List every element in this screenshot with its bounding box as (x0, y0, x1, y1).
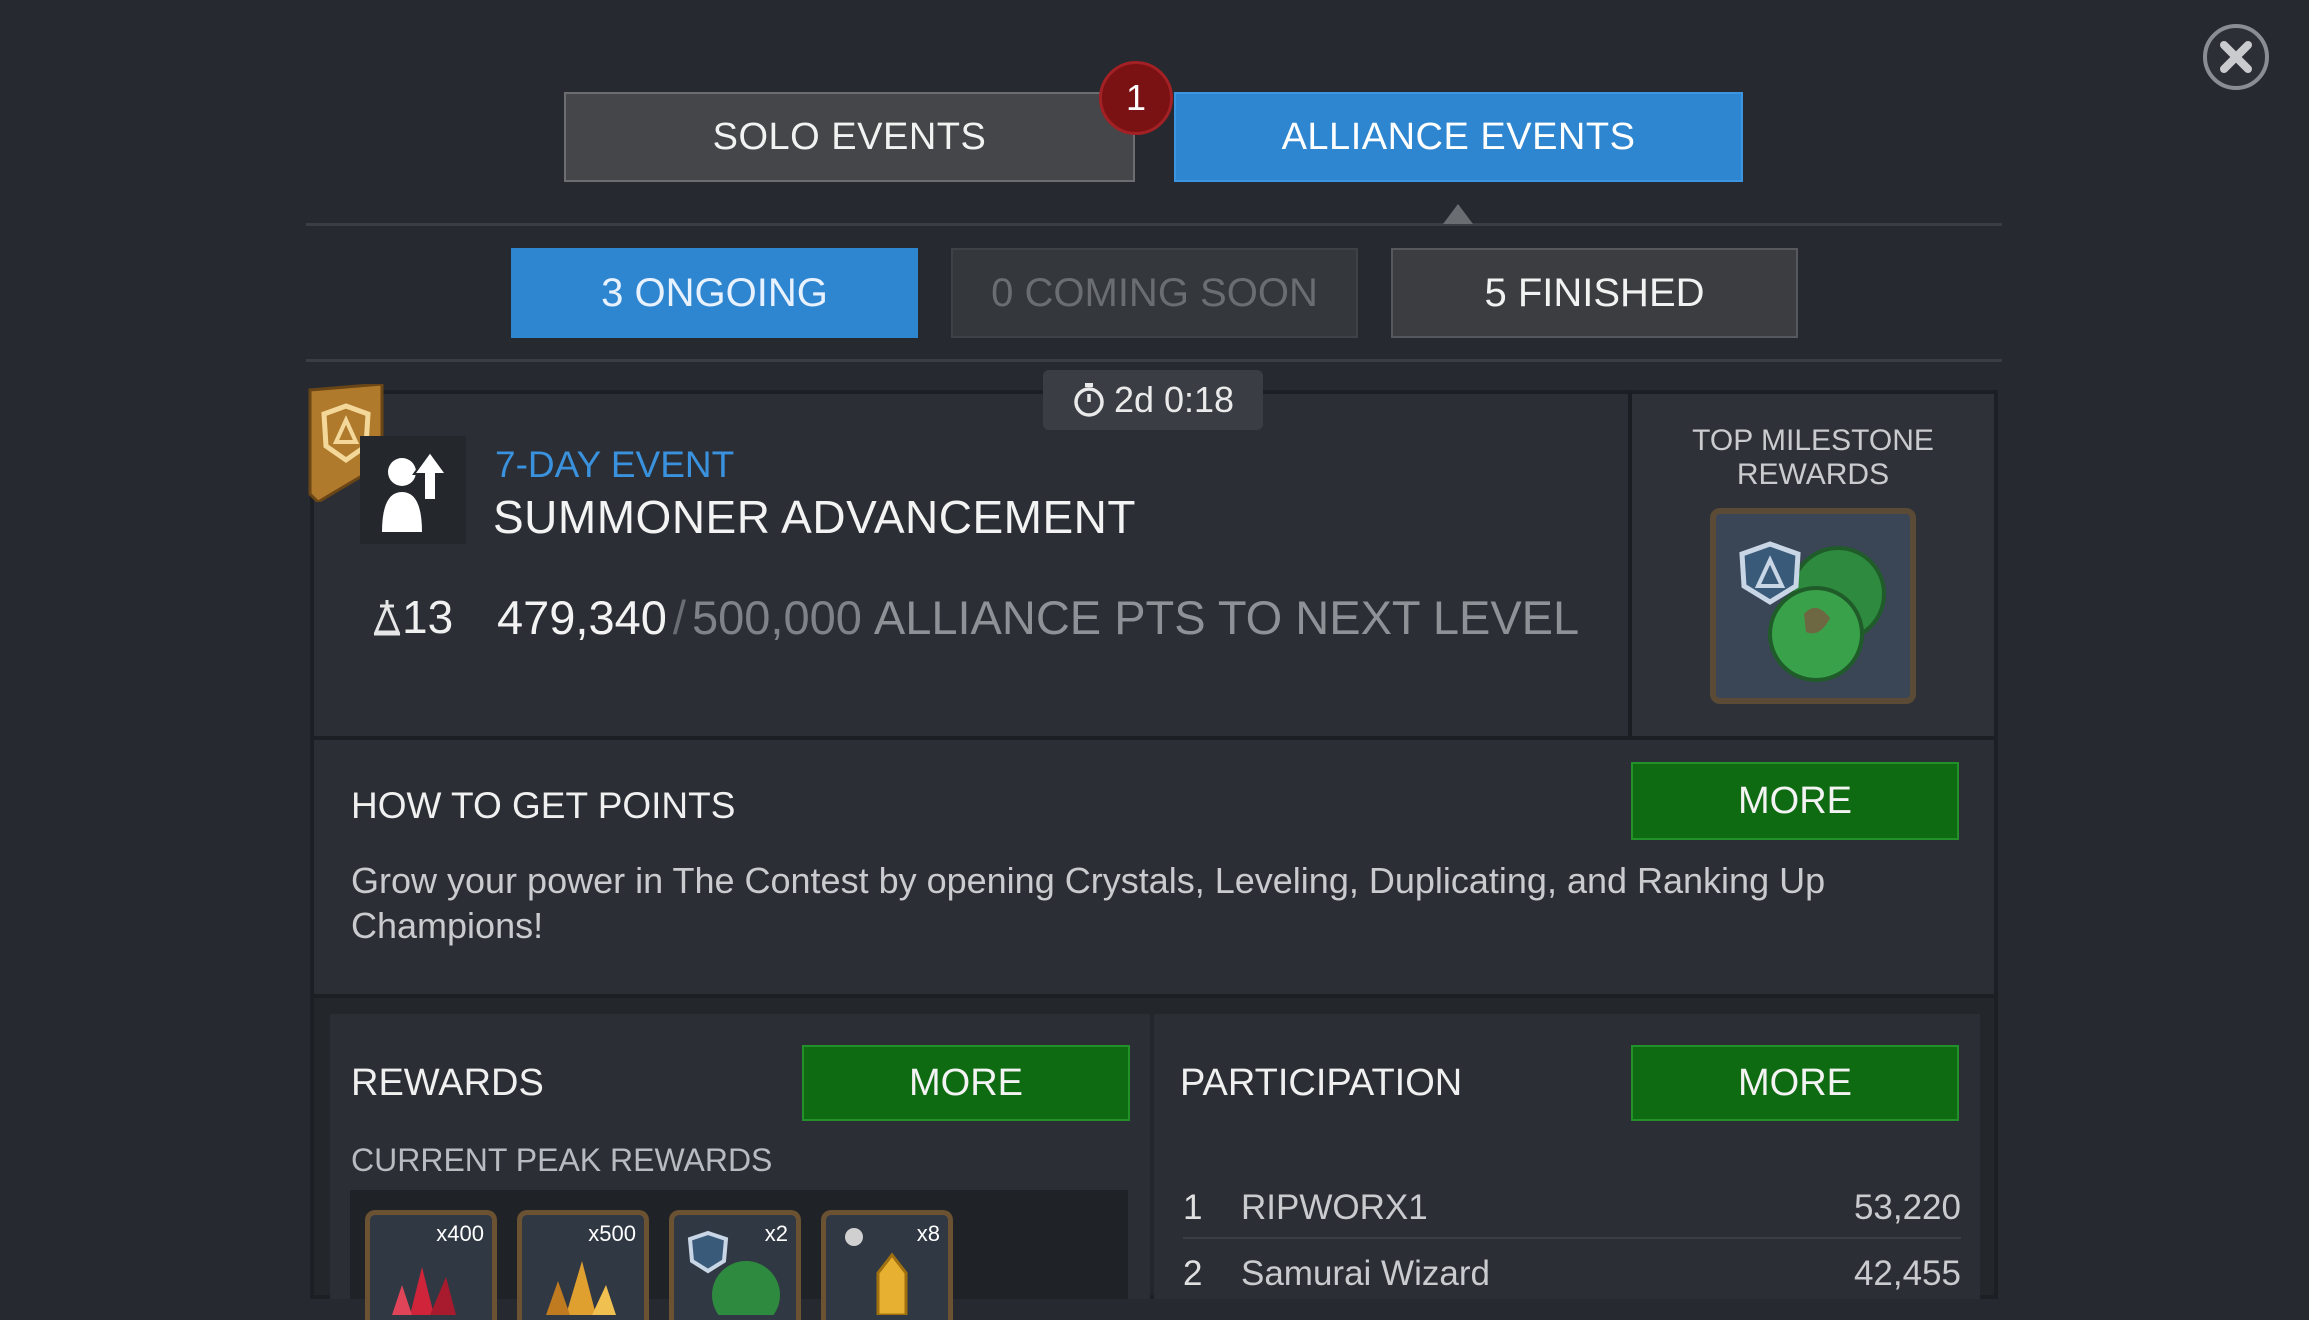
reward-item[interactable]: x8 (821, 1210, 953, 1320)
how-to-more-button[interactable]: MORE (1631, 762, 1959, 840)
event-timer: 2d 0:18 (1043, 370, 1263, 430)
tab-alliance-events[interactable]: ALLIANCE EVENTS (1174, 92, 1743, 182)
rewards-more-label: MORE (909, 1061, 1023, 1104)
reward-qty: x400 (436, 1221, 484, 1246)
points-separator: / (672, 591, 686, 644)
row-name: RIPWORX1 (1241, 1188, 1428, 1227)
event-title: SUMMONER ADVANCEMENT (493, 491, 1136, 543)
subtab-ongoing[interactable]: 3 ONGOING (511, 248, 918, 338)
milestone-reward-item[interactable] (1710, 508, 1916, 704)
points-label: ALLIANCE PTS TO NEXT LEVEL (873, 591, 1580, 644)
participation-more-button[interactable]: MORE (1631, 1045, 1959, 1121)
tab-solo-events-label: SOLO EVENTS (712, 115, 987, 158)
event-type: 7-DAY EVENT (495, 444, 735, 485)
milestone-title: TOP MILESTONE REWARDS (1628, 424, 1998, 492)
row-name: Samurai Wizard (1241, 1254, 1490, 1293)
row-score: 42,455 (1853, 1254, 1961, 1293)
level-icon (373, 600, 401, 636)
rewards-title: REWARDS (351, 1062, 544, 1104)
participation-row: 2 Samurai Wizard 42,455 (1183, 1244, 1961, 1304)
how-to-more-label: MORE (1738, 779, 1852, 822)
reward-qty: x8 (916, 1221, 940, 1246)
reward-qty: x500 (588, 1221, 636, 1246)
stopwatch-icon (1074, 383, 1104, 417)
subtab-coming-soon[interactable]: 0 COMING SOON (951, 248, 1358, 338)
subtab-finished-label: 5 FINISHED (1484, 270, 1705, 315)
subtab-coming-soon-label: 0 COMING SOON (991, 270, 1318, 315)
summoner-advancement-icon (360, 436, 466, 544)
reward-item[interactable]: x500 (517, 1210, 649, 1320)
reward-item[interactable]: x2 (669, 1210, 801, 1320)
points-progress: 479,340 / 500,000 ALLIANCE PTS TO NEXT L… (497, 590, 1579, 645)
how-to-title: HOW TO GET POINTS (351, 785, 736, 826)
participation-more-label: MORE (1738, 1061, 1852, 1104)
row-score: 53,220 (1853, 1188, 1961, 1227)
participation-row: 1 RIPWORX1 53,220 (1183, 1178, 1961, 1238)
subtab-finished[interactable]: 5 FINISHED (1391, 248, 1798, 338)
reward-qty: x2 (764, 1221, 788, 1246)
timer-text: 2d 0:18 (1113, 379, 1235, 420)
alliance-orb-icon (1739, 541, 1886, 682)
active-tab-pointer (1443, 204, 1473, 224)
current-points: 479,340 (497, 591, 667, 644)
notification-badge: 1 (1099, 61, 1173, 135)
level-value: 13 (402, 591, 454, 643)
close-icon (2220, 41, 2252, 73)
row-rank: 1 (1183, 1188, 1203, 1227)
tab-divider (306, 223, 2002, 226)
row-divider (1183, 1237, 1961, 1239)
milestone-title-line1: TOP MILESTONE (1692, 424, 1934, 457)
how-to-description: Grow your power in The Contest by openin… (351, 860, 1826, 946)
target-points: 500,000 (691, 591, 862, 644)
participation-title: PARTICIPATION (1180, 1062, 1463, 1104)
level-indicator: 13 (372, 590, 453, 644)
close-button[interactable] (2203, 24, 2269, 90)
subtab-divider (306, 359, 2002, 362)
tab-solo-events[interactable]: SOLO EVENTS (564, 92, 1135, 182)
reward-item[interactable]: x400 (365, 1210, 497, 1320)
subtab-ongoing-label: 3 ONGOING (601, 270, 828, 315)
milestone-title-line2: REWARDS (1736, 458, 1890, 491)
peak-rewards-title: CURRENT PEAK REWARDS (351, 1142, 773, 1178)
row-rank: 2 (1183, 1254, 1203, 1293)
rewards-more-button[interactable]: MORE (802, 1045, 1130, 1121)
tab-alliance-events-label: ALLIANCE EVENTS (1281, 115, 1636, 158)
